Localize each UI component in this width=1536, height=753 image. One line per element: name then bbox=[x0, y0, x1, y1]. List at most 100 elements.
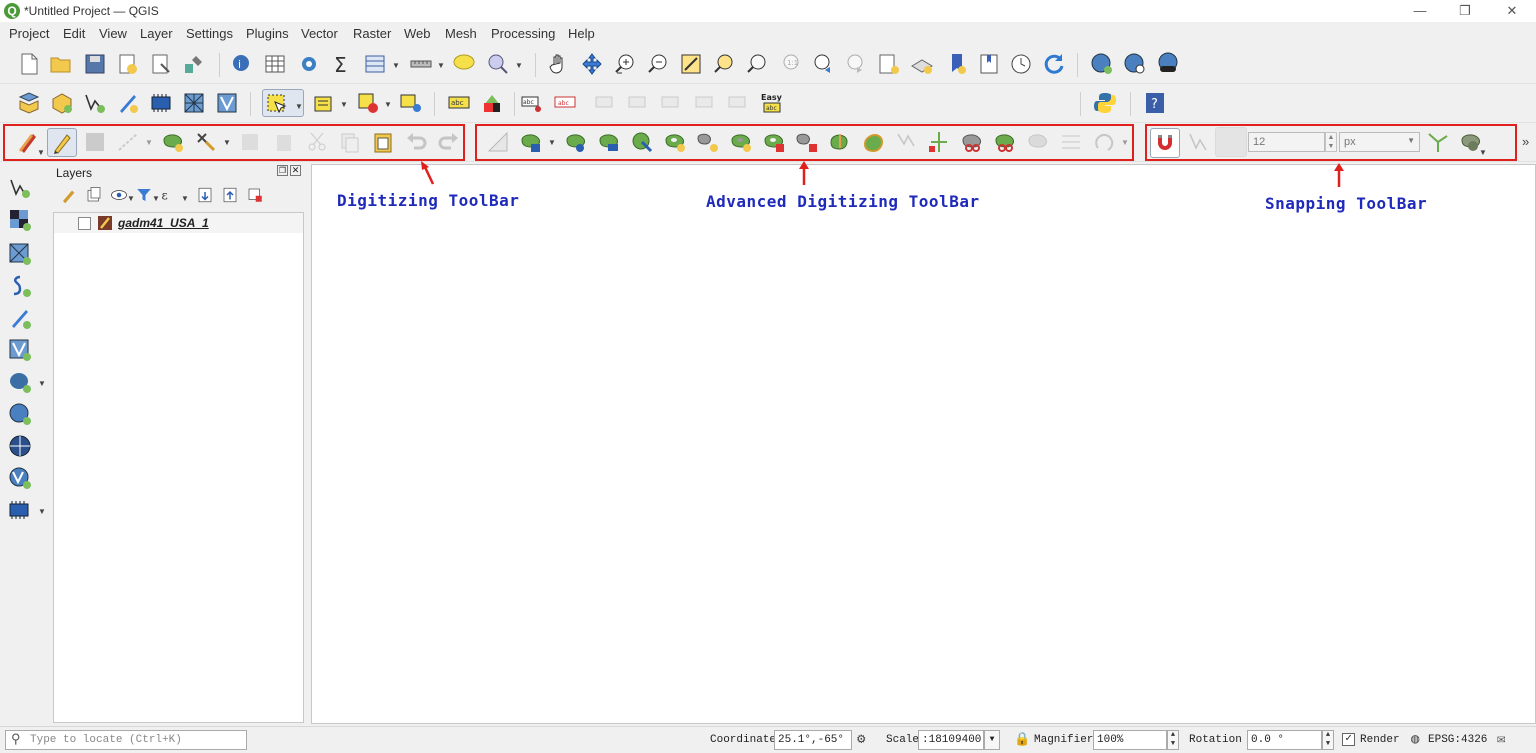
show-pinned-labels-icon[interactable] bbox=[694, 91, 718, 115]
toggle-extents-icon[interactable]: ⚙ bbox=[857, 731, 865, 748]
help-contents-icon[interactable]: ? bbox=[1143, 91, 1167, 115]
menu-view[interactable]: View bbox=[99, 26, 127, 41]
open-layer-styling-icon[interactable] bbox=[60, 186, 78, 204]
toolbox-gear-icon[interactable] bbox=[297, 52, 321, 76]
temporal-controller-clock-icon[interactable] bbox=[1009, 52, 1033, 76]
menu-processing[interactable]: Processing bbox=[491, 26, 555, 41]
refresh-icon[interactable] bbox=[1042, 52, 1066, 76]
new-map-view-icon[interactable] bbox=[877, 52, 901, 76]
statistics-sigma-icon[interactable]: Σ bbox=[330, 52, 354, 77]
chevron-down-icon[interactable]: ▼ bbox=[38, 379, 46, 388]
magnifier-field[interactable]: 100% bbox=[1093, 730, 1167, 750]
add-virtual-layer-icon[interactable] bbox=[8, 498, 32, 522]
new-shapefile-layer-icon[interactable] bbox=[83, 91, 107, 115]
easy-custom-labeling-icon[interactable]: Easy abc bbox=[760, 91, 784, 115]
pan-map-hand-icon[interactable] bbox=[547, 52, 571, 76]
pan-to-selection-icon[interactable] bbox=[580, 52, 604, 76]
menu-help[interactable]: Help bbox=[568, 26, 595, 41]
restore-button[interactable]: ❐ bbox=[1455, 2, 1475, 20]
deselect-features-icon[interactable] bbox=[356, 91, 380, 115]
new-vector-tile-layer-icon[interactable] bbox=[215, 91, 239, 115]
chevron-down-icon[interactable]: ▼ bbox=[384, 100, 392, 109]
layer-row[interactable]: gadm41_USA_1 bbox=[54, 213, 303, 233]
add-mesh-layer-icon[interactable] bbox=[8, 242, 32, 266]
quick-map-services-icon[interactable] bbox=[1156, 52, 1180, 76]
zoom-native-resolution-icon[interactable]: 1:1 bbox=[778, 52, 802, 76]
close-panel-icon[interactable]: ✕ bbox=[290, 165, 301, 176]
lock-scale-icon[interactable]: 🔒 bbox=[1014, 732, 1030, 747]
identify-features-icon[interactable]: i bbox=[230, 52, 254, 76]
rotate-label-icon[interactable] bbox=[627, 91, 651, 115]
zoom-next-icon[interactable] bbox=[844, 52, 868, 76]
remove-layer-icon[interactable] bbox=[246, 186, 264, 204]
show-bookmarks-icon[interactable] bbox=[977, 52, 1001, 76]
menu-vector[interactable]: Vector bbox=[301, 26, 338, 41]
filter-by-expression-icon[interactable]: ε bbox=[160, 186, 178, 204]
select-features-icon[interactable]: ▼ bbox=[262, 89, 304, 117]
move-label-icon[interactable] bbox=[594, 91, 618, 115]
chevron-down-icon[interactable]: ▼ bbox=[152, 194, 160, 203]
add-vector-tile-layer-icon[interactable] bbox=[8, 338, 32, 362]
data-source-manager-icon[interactable] bbox=[17, 91, 41, 115]
add-gps-layer-icon[interactable] bbox=[8, 306, 32, 330]
chevron-down-icon[interactable]: ▼ bbox=[392, 61, 400, 70]
chevron-down-icon[interactable]: ▼ bbox=[38, 507, 46, 516]
coordinate-field[interactable]: 25.1°,-65° bbox=[774, 730, 852, 750]
chevron-down-icon[interactable]: ▼ bbox=[181, 194, 189, 203]
crs-globe-icon[interactable]: ◍ bbox=[1411, 731, 1419, 748]
menu-edit[interactable]: Edit bbox=[63, 26, 85, 41]
zoom-full-icon[interactable] bbox=[679, 52, 703, 76]
toolbar-overflow-icon[interactable]: » bbox=[1522, 134, 1529, 149]
pin-labels-icon[interactable]: abc bbox=[520, 91, 544, 115]
new-3d-map-view-icon[interactable] bbox=[910, 52, 934, 76]
new-temporary-scratch-layer-icon[interactable] bbox=[116, 91, 140, 115]
add-wfs-layer-icon[interactable] bbox=[8, 466, 32, 490]
add-postgis-layer-icon[interactable] bbox=[8, 370, 32, 394]
label-toolbar-icon[interactable]: abc bbox=[447, 91, 471, 115]
layer-visibility-checkbox[interactable] bbox=[78, 217, 91, 230]
map-tips-icon[interactable] bbox=[452, 52, 476, 76]
add-group-icon[interactable] bbox=[85, 186, 103, 204]
zoom-last-icon[interactable] bbox=[811, 52, 835, 76]
zoom-to-selection-icon[interactable] bbox=[712, 52, 736, 76]
expand-all-icon[interactable] bbox=[196, 186, 214, 204]
new-print-layout-icon[interactable] bbox=[116, 52, 140, 76]
metasearch-globe-icon[interactable] bbox=[1090, 52, 1114, 76]
magnifier-stepper[interactable]: ▲ ▼ bbox=[1167, 730, 1179, 750]
add-delimited-text-layer-icon[interactable] bbox=[8, 274, 32, 298]
menu-project[interactable]: Project bbox=[9, 26, 49, 41]
scale-dropdown-chevron-down-icon[interactable]: ▼ bbox=[984, 730, 1000, 750]
chevron-down-icon[interactable]: ▼ bbox=[127, 194, 135, 203]
metasearch-search-icon[interactable] bbox=[1123, 52, 1147, 76]
new-geopackage-layer-icon[interactable] bbox=[50, 91, 74, 115]
new-bookmark-icon[interactable] bbox=[945, 52, 969, 76]
add-wms-layer-icon[interactable] bbox=[8, 402, 32, 426]
float-panel-icon[interactable]: ❐ bbox=[277, 165, 288, 176]
menu-layer[interactable]: Layer bbox=[140, 26, 173, 41]
unpinned-labels-icon[interactable] bbox=[727, 91, 751, 115]
locator-search-input[interactable]: Type to locate (Ctrl+K) bbox=[5, 730, 247, 750]
attribute-table-icon[interactable] bbox=[263, 52, 287, 76]
messages-icon[interactable]: ✉ bbox=[1497, 731, 1505, 748]
filter-legend-icon[interactable] bbox=[135, 186, 153, 204]
style-manager-icon[interactable] bbox=[182, 52, 206, 76]
new-project-icon[interactable] bbox=[17, 52, 41, 76]
add-wcs-layer-icon[interactable] bbox=[8, 434, 32, 458]
change-label-icon[interactable] bbox=[660, 91, 684, 115]
menu-settings[interactable]: Settings bbox=[186, 26, 233, 41]
open-table-icon[interactable] bbox=[363, 52, 387, 76]
add-vector-layer-icon[interactable] bbox=[8, 176, 32, 200]
menu-raster[interactable]: Raster bbox=[353, 26, 391, 41]
select-by-location-icon[interactable] bbox=[399, 91, 423, 115]
add-raster-layer-icon[interactable] bbox=[8, 208, 32, 232]
new-virtual-layer-icon[interactable] bbox=[149, 91, 173, 115]
zoom-in-icon[interactable] bbox=[613, 52, 637, 76]
select-by-value-icon[interactable] bbox=[312, 91, 336, 115]
rotation-stepper[interactable]: ▲ ▼ bbox=[1322, 730, 1334, 750]
collapse-all-icon[interactable] bbox=[221, 186, 239, 204]
crs-label[interactable]: EPSG:4326 bbox=[1428, 734, 1487, 746]
menu-mesh[interactable]: Mesh bbox=[445, 26, 477, 41]
python-console-icon[interactable] bbox=[1093, 91, 1117, 115]
zoom-out-icon[interactable] bbox=[646, 52, 670, 76]
chevron-down-icon[interactable]: ▼ bbox=[437, 61, 445, 70]
